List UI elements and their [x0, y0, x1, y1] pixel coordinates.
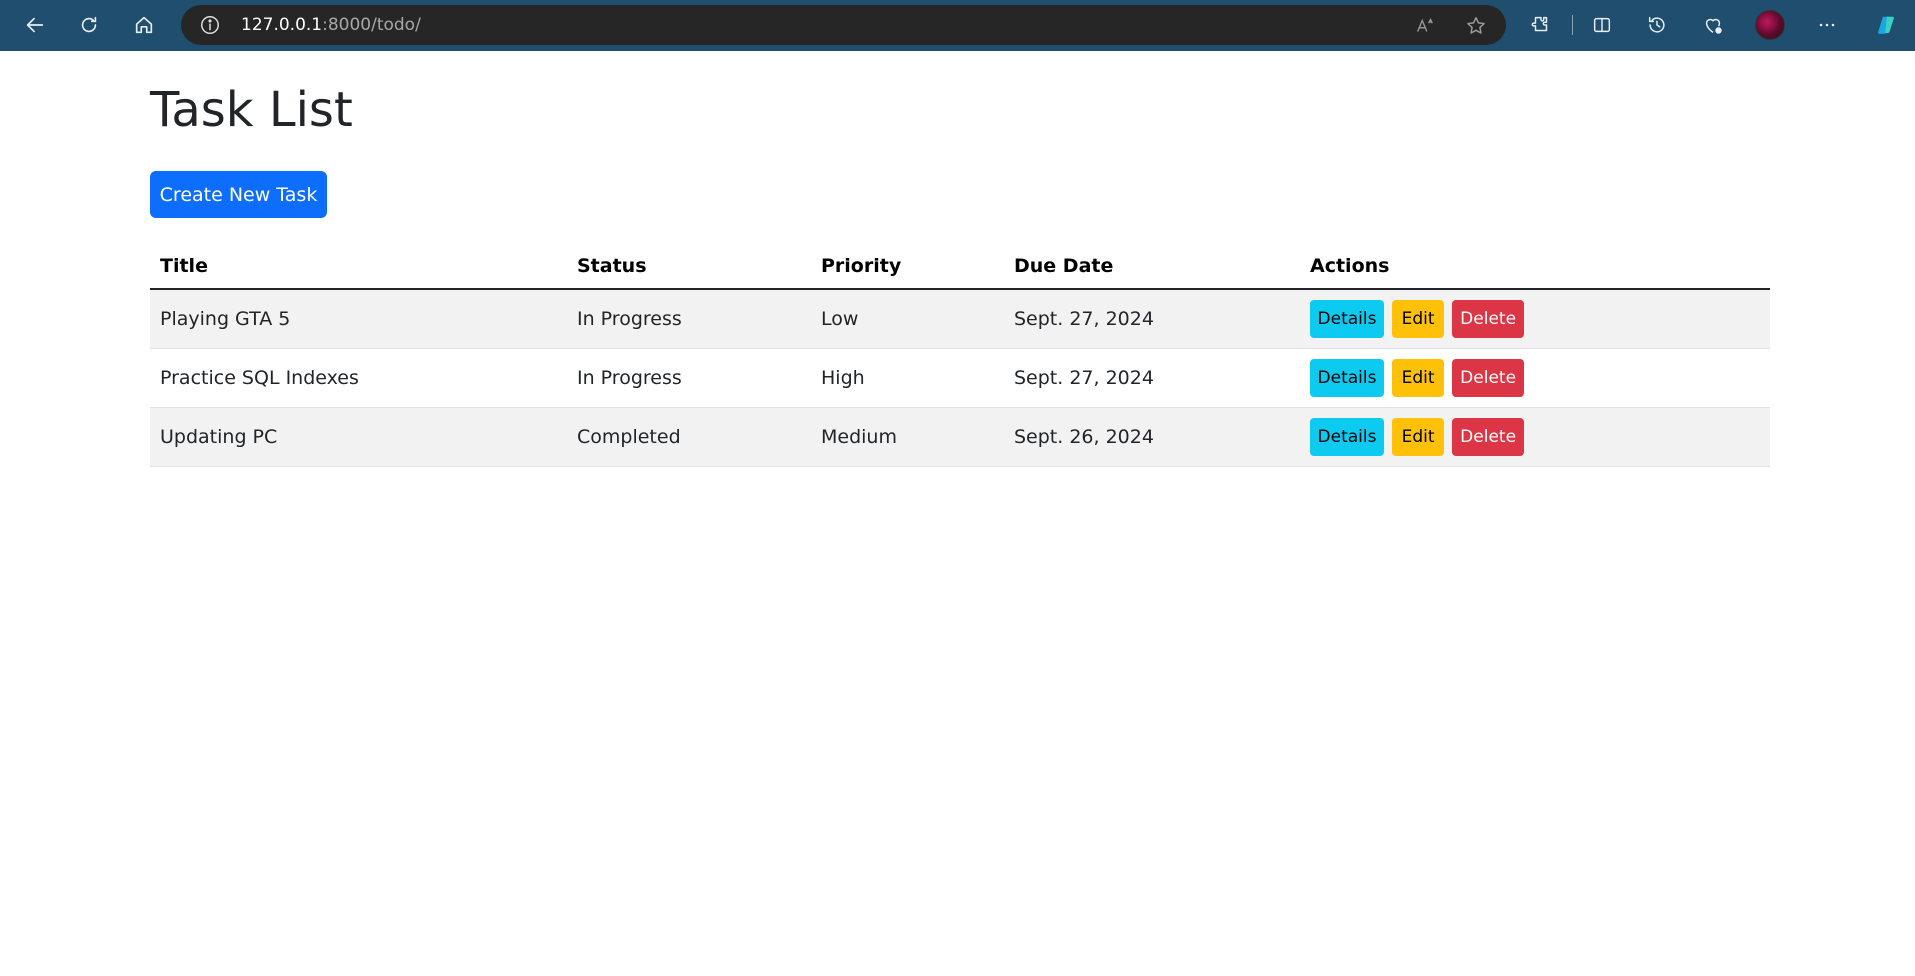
task-due-date: Sept. 27, 2024 — [1004, 348, 1300, 408]
task-due-date: Sept. 26, 2024 — [1004, 407, 1300, 467]
copilot-icon[interactable] — [1869, 9, 1903, 41]
extensions-icon[interactable] — [1524, 9, 1558, 41]
info-icon[interactable] — [199, 14, 221, 36]
back-arrow-icon[interactable] — [18, 9, 52, 41]
table-header-row: Title Status Priority Due Date Actions — [150, 244, 1770, 290]
delete-button[interactable]: Delete — [1452, 299, 1525, 338]
history-icon[interactable] — [1640, 9, 1674, 41]
favorite-star-icon[interactable] — [1464, 14, 1488, 38]
split-screen-icon[interactable] — [1585, 9, 1619, 41]
task-actions: Details Edit Delete — [1300, 407, 1770, 467]
header-priority: Priority — [811, 244, 1004, 290]
delete-button[interactable]: Delete — [1452, 358, 1525, 397]
task-status: Completed — [567, 407, 811, 467]
table-row: Playing GTA 5 In Progress Low Sept. 27, … — [150, 289, 1770, 349]
page-title: Task List — [150, 82, 353, 138]
task-priority: High — [811, 348, 1004, 408]
task-title: Updating PC — [150, 407, 567, 467]
task-actions: Details Edit Delete — [1300, 289, 1770, 349]
header-actions: Actions — [1300, 244, 1770, 290]
home-icon[interactable] — [127, 9, 161, 41]
task-title: Playing GTA 5 — [150, 289, 567, 349]
delete-button[interactable]: Delete — [1452, 417, 1525, 456]
refresh-icon[interactable] — [72, 9, 106, 41]
url-path: :8000/todo/ — [322, 15, 421, 35]
task-priority: Medium — [811, 407, 1004, 467]
edit-button[interactable]: Edit — [1392, 417, 1445, 456]
task-due-date: Sept. 27, 2024 — [1004, 289, 1300, 349]
task-title: Practice SQL Indexes — [150, 348, 567, 408]
edit-button[interactable]: Edit — [1392, 299, 1445, 338]
header-status: Status — [567, 244, 811, 290]
task-status: In Progress — [567, 348, 811, 408]
task-priority: Low — [811, 289, 1004, 349]
url-host: 127.0.0.1 — [241, 15, 323, 35]
table-row: Practice SQL Indexes In Progress High Se… — [150, 348, 1770, 408]
profile-avatar[interactable] — [1755, 10, 1785, 40]
details-button[interactable]: Details — [1310, 299, 1384, 338]
header-title: Title — [150, 244, 567, 290]
task-table: Title Status Priority Due Date Actions P… — [150, 244, 1770, 467]
create-new-task-button[interactable]: Create New Task — [150, 171, 327, 218]
more-menu-icon[interactable] — [1810, 9, 1844, 41]
toolbar-divider — [1572, 15, 1573, 35]
details-button[interactable]: Details — [1310, 358, 1384, 397]
details-button[interactable]: Details — [1310, 417, 1384, 456]
url-text[interactable]: 127.0.0.1:8000/todo/ — [241, 15, 421, 35]
header-due-date: Due Date — [1004, 244, 1300, 290]
edit-button[interactable]: Edit — [1392, 358, 1445, 397]
browser-essentials-icon[interactable] — [1696, 9, 1730, 41]
browser-toolbar: 127.0.0.1:8000/todo/ — [0, 0, 1915, 51]
table-row: Updating PC Completed Medium Sept. 26, 2… — [150, 407, 1770, 467]
read-aloud-icon[interactable] — [1413, 14, 1437, 38]
task-actions: Details Edit Delete — [1300, 348, 1770, 408]
task-status: In Progress — [567, 289, 811, 349]
address-bar[interactable]: 127.0.0.1:8000/todo/ — [181, 5, 1506, 45]
